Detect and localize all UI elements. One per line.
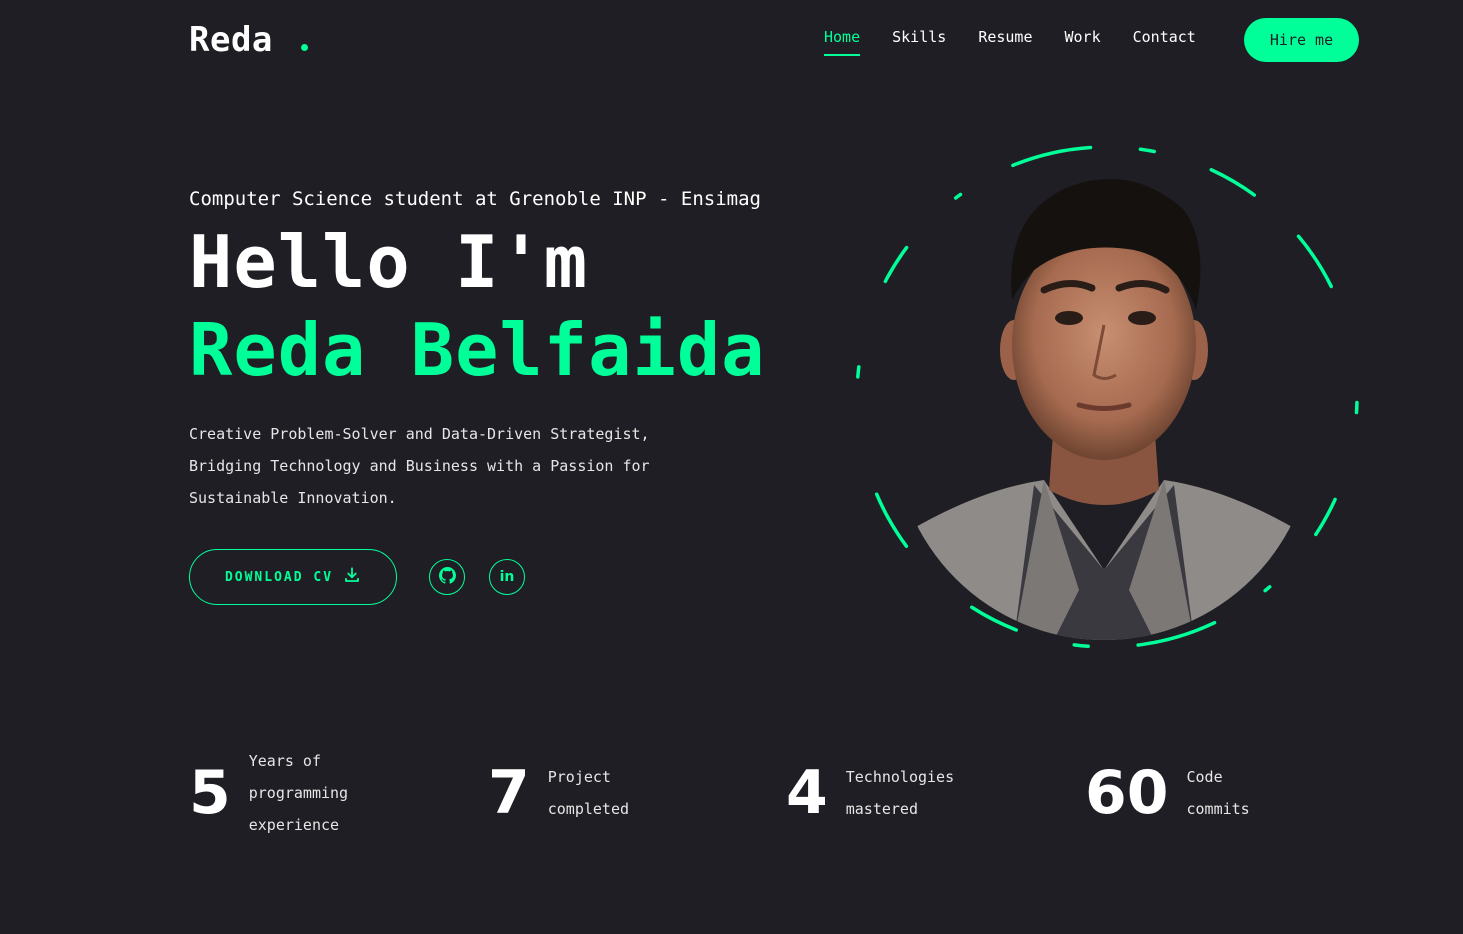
stat-label-line: commits bbox=[1186, 800, 1250, 818]
stat-technologies: 4 Technologies mastered bbox=[786, 761, 954, 825]
hero-description: Creative Problem-Solver and Data-Driven … bbox=[189, 418, 709, 514]
stat-label-line: Years of bbox=[248, 752, 321, 770]
nav-item-skills[interactable]: Skills bbox=[892, 28, 946, 56]
stat-label: Code commits bbox=[1187, 761, 1250, 825]
logo-dot bbox=[300, 44, 308, 51]
hero-greeting: Hello I'm bbox=[189, 220, 589, 304]
download-cv-button[interactable]: DOWNLOAD CV bbox=[189, 549, 397, 605]
stat-value: 4 bbox=[786, 758, 828, 828]
hero-name: Reda Belfaida bbox=[189, 308, 766, 392]
logo-text: Reda bbox=[189, 20, 273, 60]
linkedin-link[interactable]: in bbox=[489, 559, 525, 595]
description-line: Sustainable Innovation. bbox=[189, 489, 397, 507]
download-icon bbox=[343, 566, 361, 588]
stat-label-line: mastered bbox=[845, 800, 918, 818]
stat-label-line: completed bbox=[547, 800, 630, 818]
download-cv-label: DOWNLOAD CV bbox=[224, 569, 334, 585]
stat-label: Technologies mastered bbox=[846, 761, 954, 825]
stat-label-line: Project bbox=[547, 768, 611, 786]
stat-value: 5 bbox=[189, 758, 231, 828]
description-line: Creative Problem-Solver and Data-Driven … bbox=[189, 425, 650, 443]
stat-label: Project completed bbox=[548, 761, 629, 825]
stat-commits: 60 Code commits bbox=[1085, 761, 1250, 825]
github-link[interactable] bbox=[429, 559, 465, 595]
stat-projects: 7 Project completed bbox=[488, 761, 629, 825]
nav-item-work[interactable]: Work bbox=[1065, 28, 1101, 56]
stat-label-line: Code bbox=[1186, 768, 1223, 786]
nav-item-contact[interactable]: Contact bbox=[1133, 28, 1196, 56]
nav-item-home[interactable]: Home bbox=[824, 28, 861, 56]
stat-experience: 5 Years of programming experience bbox=[189, 745, 348, 841]
dashed-ring bbox=[855, 145, 1359, 649]
description-line: Bridging Technology and Business with a … bbox=[189, 457, 650, 475]
profile-photo-container bbox=[850, 140, 1365, 655]
github-icon bbox=[438, 566, 456, 588]
main-nav: Home Skills Resume Work Contact bbox=[824, 28, 1228, 56]
stat-value: 7 bbox=[488, 758, 530, 828]
stat-value: 60 bbox=[1085, 758, 1169, 828]
stat-label-line: Technologies bbox=[845, 768, 955, 786]
linkedin-icon: in bbox=[499, 569, 515, 585]
nav-item-resume[interactable]: Resume bbox=[978, 28, 1032, 56]
logo[interactable]: Reda bbox=[189, 20, 308, 60]
hire-me-button[interactable]: Hire me bbox=[1244, 18, 1359, 62]
hero-subtitle: Computer Science student at Grenoble INP… bbox=[189, 188, 761, 210]
stat-label-line: programming bbox=[248, 784, 349, 802]
stat-label-line: experience bbox=[248, 816, 340, 834]
stat-label: Years of programming experience bbox=[249, 745, 348, 841]
